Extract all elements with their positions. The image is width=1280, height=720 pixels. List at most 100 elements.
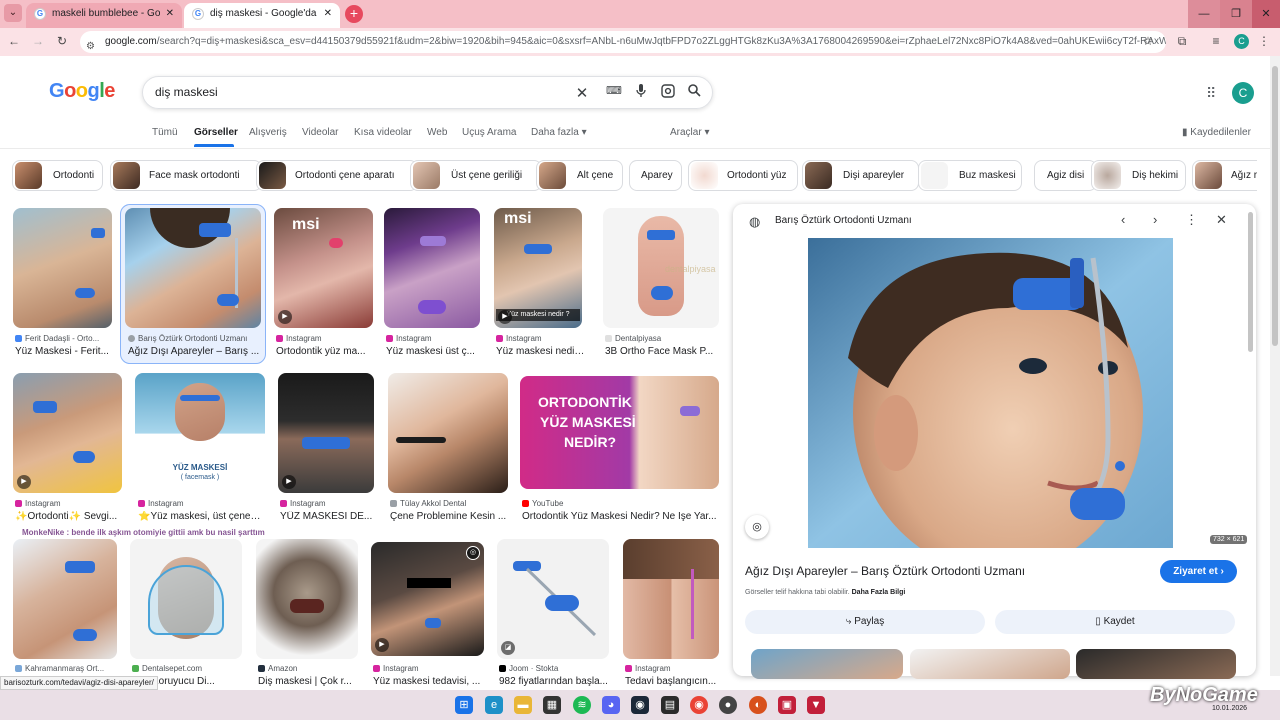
more-options-icon[interactable]: ⋮ — [1185, 212, 1198, 228]
site-info-icon[interactable]: ⚙ — [86, 36, 95, 53]
result-image[interactable]: ◎ ▶ — [371, 542, 484, 656]
chip[interactable]: Üst çene geriliği — [410, 160, 542, 191]
result-image[interactable]: ▶ — [13, 373, 122, 493]
clear-icon[interactable]: ✕ — [573, 84, 591, 102]
result-image[interactable] — [125, 208, 261, 328]
chip[interactable]: Aparey — [629, 160, 682, 191]
file-explorer-icon[interactable]: ▬ — [514, 696, 532, 714]
reload-icon[interactable]: ↻ — [54, 34, 70, 48]
visual-search-icon[interactable]: ◎ — [745, 515, 769, 539]
share-button[interactable]: ⤷ Paylaş — [745, 610, 985, 634]
keyboard-icon[interactable]: ⌨ — [605, 84, 623, 97]
result-image[interactable]: msi Yüz maskesi nedir ? ▶ — [494, 208, 582, 328]
result-image[interactable]: dentalpiyasa — [603, 208, 719, 328]
tab-videos[interactable]: Videolar — [302, 127, 339, 138]
result-title[interactable]: Yüz maskesi üst ç... — [386, 346, 482, 357]
result-image[interactable] — [623, 539, 719, 659]
result-image[interactable] — [256, 539, 358, 659]
new-tab-button[interactable]: + — [345, 5, 363, 23]
browser-menu-icon[interactable]: ⋮ — [1256, 34, 1272, 48]
result-image[interactable] — [130, 539, 242, 659]
result-image[interactable]: msi ▶ — [274, 208, 373, 328]
result-image[interactable]: ORTODONTİK YÜZ MASKESİ NEDİR? — [520, 376, 719, 489]
tab-short-videos[interactable]: Kısa videolar — [354, 127, 412, 138]
result-title[interactable]: Ortodontik yüz ma... — [276, 346, 371, 357]
result-image[interactable]: YÜZ MASKESİ ( facemask ) — [135, 373, 265, 493]
restore-button[interactable]: ❐ — [1220, 0, 1252, 28]
result-title[interactable]: ✨Ortodonti✨ Sevgi... — [15, 511, 120, 522]
discord-icon[interactable]: ◕ — [602, 696, 620, 714]
back-icon[interactable]: ← — [6, 34, 22, 48]
chip[interactable]: Agiz disi — [1034, 160, 1097, 191]
result-image[interactable] — [13, 539, 117, 659]
spotify-icon[interactable]: ≋ — [573, 696, 591, 714]
result-title[interactable]: Yüz maskesi tedavisi, ... — [373, 676, 483, 687]
preview-scrollbar[interactable] — [1248, 212, 1253, 352]
saved-link[interactable]: ▮ Kaydedilenler — [1182, 127, 1251, 138]
minimize-button[interactable]: — — [1188, 0, 1220, 28]
profile-avatar[interactable]: C — [1234, 34, 1249, 49]
windows-start-icon[interactable]: ⊞ — [455, 696, 473, 714]
address-bar[interactable]: ⚙ google.com/search?q=diş+maskesi&sca_es… — [80, 31, 1166, 53]
visit-button[interactable]: Ziyaret et › — [1160, 560, 1237, 583]
chrome-icon[interactable]: ◉ — [690, 696, 708, 714]
search-icon[interactable] — [685, 84, 703, 100]
obs-icon[interactable]: ● — [719, 696, 737, 714]
chip[interactable]: Alt çene — [536, 160, 623, 191]
search-input[interactable]: diş maskesi ✕ ⌨ — [142, 76, 713, 109]
google-apps-icon[interactable]: ⠿ — [1206, 85, 1216, 102]
chip[interactable]: Ortodonti yüz — [688, 160, 798, 191]
chip[interactable]: Dişi apareyler — [802, 160, 919, 191]
preview-image[interactable] — [808, 238, 1173, 548]
related-image[interactable] — [910, 649, 1070, 679]
account-avatar[interactable]: C — [1232, 82, 1254, 104]
microphone-icon[interactable] — [632, 84, 650, 101]
learn-more-link[interactable]: Daha Fazla Bilgi — [852, 589, 906, 596]
chip[interactable]: Ortodonti çene aparatı — [256, 160, 418, 191]
bookmark-star-icon[interactable]: ☆ — [1140, 34, 1156, 48]
result-title[interactable]: Tedavi başlangıcın... — [625, 676, 719, 687]
chip[interactable]: Buz maskesi — [918, 160, 1022, 191]
google-lens-icon[interactable] — [659, 84, 677, 101]
tools-button[interactable]: Araçlar ▾ — [670, 127, 710, 138]
result-title[interactable]: Yüz Maskesi - Ferit... — [15, 346, 110, 357]
result-image[interactable]: ▶ — [278, 373, 374, 493]
tab-all[interactable]: Tümü — [152, 127, 178, 138]
chip[interactable]: Face mask ortodonti — [110, 160, 262, 191]
preview-site-name[interactable]: Barış Öztürk Ortodonti Uzmanı — [775, 215, 912, 226]
tab-more[interactable]: Daha fazla ▾ — [531, 127, 587, 138]
result-title[interactable]: Yüz maskesi nedir ... — [496, 346, 586, 357]
next-icon[interactable]: › — [1153, 212, 1157, 227]
result-title[interactable]: Çene Problemine Kesin ... — [390, 511, 508, 522]
previous-icon[interactable]: ‹ — [1121, 212, 1125, 227]
result-title[interactable]: Ortodontik Yüz Maskesi Nedir? Ne İşe Yar… — [522, 511, 718, 522]
close-tab-icon[interactable]: ✕ — [166, 3, 174, 25]
result-image[interactable] — [388, 373, 508, 493]
google-logo[interactable]: Google — [49, 80, 115, 103]
result-title[interactable]: 3B Ortho Face Mask P... — [605, 346, 719, 357]
app-icon[interactable]: ▤ — [661, 696, 679, 714]
result-title[interactable]: 982 fiyatlarından başla... — [499, 676, 609, 687]
close-tab-icon[interactable]: ✕ — [324, 3, 332, 25]
result-title[interactable]: ⭐Yüz maskesi, üst çenen... — [138, 511, 264, 522]
tab-flights[interactable]: Uçuş Arama — [462, 127, 516, 138]
store-icon[interactable]: ▦ — [543, 696, 561, 714]
close-window-button[interactable]: ✕ — [1252, 0, 1280, 28]
edge-icon[interactable]: e — [485, 696, 503, 714]
page-scrollbar[interactable] — [1270, 56, 1280, 676]
tab-images[interactable]: Görseller — [194, 127, 238, 138]
forward-icon[interactable]: → — [30, 34, 46, 48]
browser-tab-1[interactable]: G maskeli bumblebee - Google'da ✕ — [26, 3, 182, 28]
result-title[interactable]: Ağız Dışı Apareyler – Barış ... — [128, 346, 260, 357]
extensions-icon[interactable]: ⧉ — [1174, 34, 1190, 49]
result-image[interactable]: ◪ — [497, 539, 609, 659]
result-title[interactable]: YÜZ MASKESİ DE... — [280, 511, 374, 522]
tab-web[interactable]: Web — [427, 127, 447, 138]
browser-tab-2[interactable]: G diş maskesi - Google'da Ara ✕ — [184, 3, 340, 28]
chip[interactable]: Ortodonti — [12, 160, 103, 191]
result-title[interactable]: Diş maskesi | Çok r... — [258, 676, 358, 687]
close-icon[interactable]: ✕ — [1216, 212, 1227, 228]
app-icon[interactable]: ▼ — [807, 696, 825, 714]
reading-list-icon[interactable]: ≡ — [1208, 34, 1224, 48]
steam-icon[interactable]: ◉ — [631, 696, 649, 714]
